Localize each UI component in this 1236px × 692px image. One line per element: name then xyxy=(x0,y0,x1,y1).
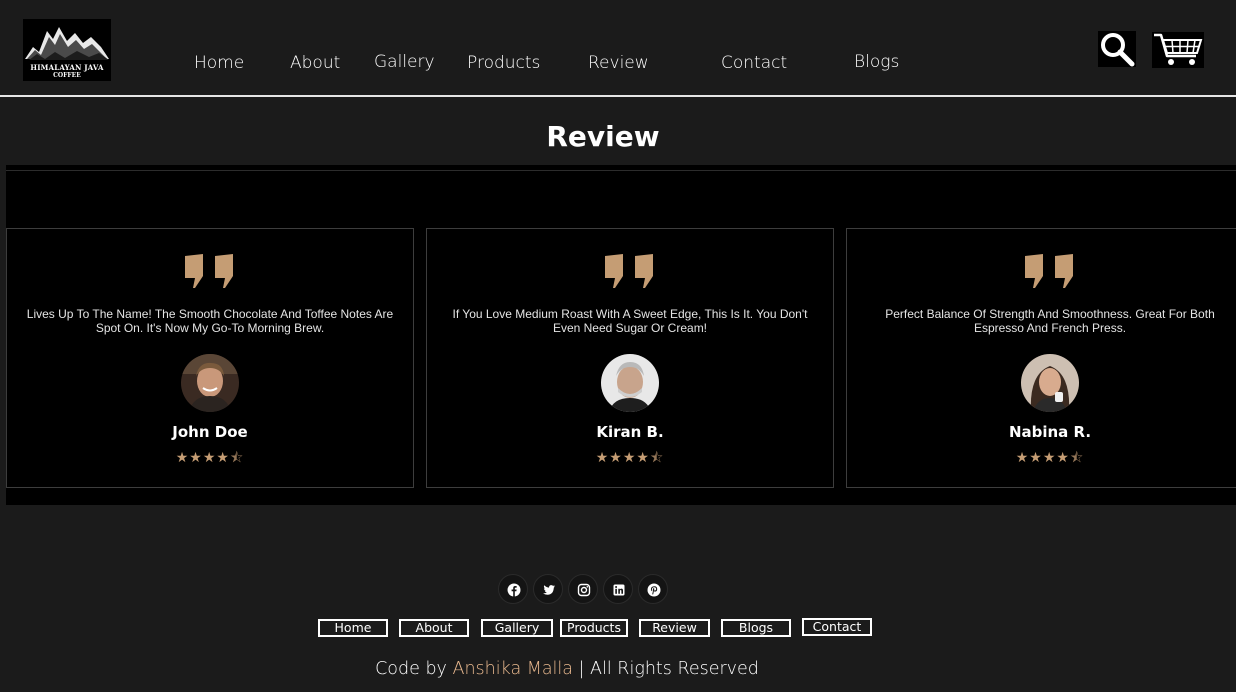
mountain-logo-icon xyxy=(23,27,111,63)
star-icon: ★ xyxy=(1029,450,1043,466)
author-link[interactable]: Anshika Malla xyxy=(452,659,573,679)
cart-icon[interactable] xyxy=(1152,32,1204,68)
star-rating: ★★★★⯪ xyxy=(427,447,833,471)
review-card: Perfect Balance Of Strength And Smoothne… xyxy=(846,228,1236,488)
star-icon: ★ xyxy=(1056,450,1070,466)
review-card: If You Love Medium Roast With A Sweet Ed… xyxy=(426,228,834,488)
facebook-icon[interactable] xyxy=(498,574,528,604)
nav-home[interactable]: Home xyxy=(194,53,244,73)
star-icon: ★ xyxy=(622,450,637,466)
review-text: If You Love Medium Roast With A Sweet Ed… xyxy=(452,307,808,335)
divider xyxy=(6,170,1236,171)
reviewer-name: Kiran B. xyxy=(596,423,664,441)
logo-subtitle: COFFEE xyxy=(53,72,81,79)
nav-about[interactable]: About xyxy=(290,53,340,73)
star-rating: ★★★★⯪ xyxy=(7,447,413,471)
reviewer-name: John Doe xyxy=(172,423,248,441)
footer-credits: Code by Anshika Malla | All Rights Reser… xyxy=(0,659,1134,679)
instagram-icon[interactable] xyxy=(568,574,598,604)
half-star-icon: ⯪ xyxy=(1069,450,1085,466)
star-icon: ★ xyxy=(202,450,217,466)
avatar xyxy=(1021,354,1079,412)
footer-link-gallery[interactable]: Gallery xyxy=(481,619,553,637)
nav-review[interactable]: Review xyxy=(588,53,649,73)
review-section-title: Review xyxy=(546,120,660,153)
star-icon: ★ xyxy=(189,450,203,466)
linkedin-icon[interactable] xyxy=(603,574,633,604)
star-icon: ★ xyxy=(1015,450,1030,466)
search-icon[interactable] xyxy=(1098,31,1136,67)
review-text: Lives Up To The Name! The Smooth Chocola… xyxy=(26,307,394,335)
footer-link-home[interactable]: Home xyxy=(318,619,388,637)
footer-link-review[interactable]: Review xyxy=(639,619,710,637)
site-header: HIMALAYAN JAVA COFFEE Home About Gallery… xyxy=(0,0,1236,97)
star-icon: ★ xyxy=(175,450,190,466)
twitter-icon[interactable] xyxy=(533,574,563,604)
quote-icon xyxy=(1025,254,1073,288)
himalayan-java-logo[interactable]: HIMALAYAN JAVA COFFEE xyxy=(23,19,111,81)
avatar xyxy=(181,354,239,412)
nav-blogs[interactable]: Blogs xyxy=(854,52,899,72)
footer-link-blogs[interactable]: Blogs xyxy=(721,619,791,637)
reviewer-name: Nabina R. xyxy=(1008,423,1092,441)
review-carousel: Lives Up To The Name! The Smooth Chocola… xyxy=(6,165,1236,505)
star-rating: ★★★★⯪ xyxy=(847,447,1236,471)
half-star-icon: ⯪ xyxy=(649,450,665,466)
star-icon: ★ xyxy=(609,450,623,466)
footer-link-about[interactable]: About xyxy=(399,619,469,637)
star-icon: ★ xyxy=(636,450,650,466)
logo-title: HIMALAYAN JAVA xyxy=(30,63,104,72)
nav-gallery[interactable]: Gallery xyxy=(374,52,435,72)
credits-suffix: | All Rights Reserved xyxy=(578,659,759,679)
pinterest-icon[interactable] xyxy=(638,574,668,604)
star-icon: ★ xyxy=(216,450,230,466)
half-star-icon: ⯪ xyxy=(229,450,245,466)
credits-prefix: Code by xyxy=(375,659,453,679)
quote-icon xyxy=(185,254,233,288)
review-card: Lives Up To The Name! The Smooth Chocola… xyxy=(6,228,414,488)
avatar xyxy=(601,354,659,412)
nav-products[interactable]: Products xyxy=(467,53,540,73)
nav-contact[interactable]: Contact xyxy=(721,53,787,73)
review-text: Perfect Balance Of Strength And Smoothne… xyxy=(885,307,1215,335)
quote-icon xyxy=(605,254,653,288)
star-icon: ★ xyxy=(595,450,610,466)
footer-link-contact[interactable]: Contact xyxy=(802,618,872,636)
footer-link-products[interactable]: Products xyxy=(560,619,628,637)
star-icon: ★ xyxy=(1042,450,1057,466)
